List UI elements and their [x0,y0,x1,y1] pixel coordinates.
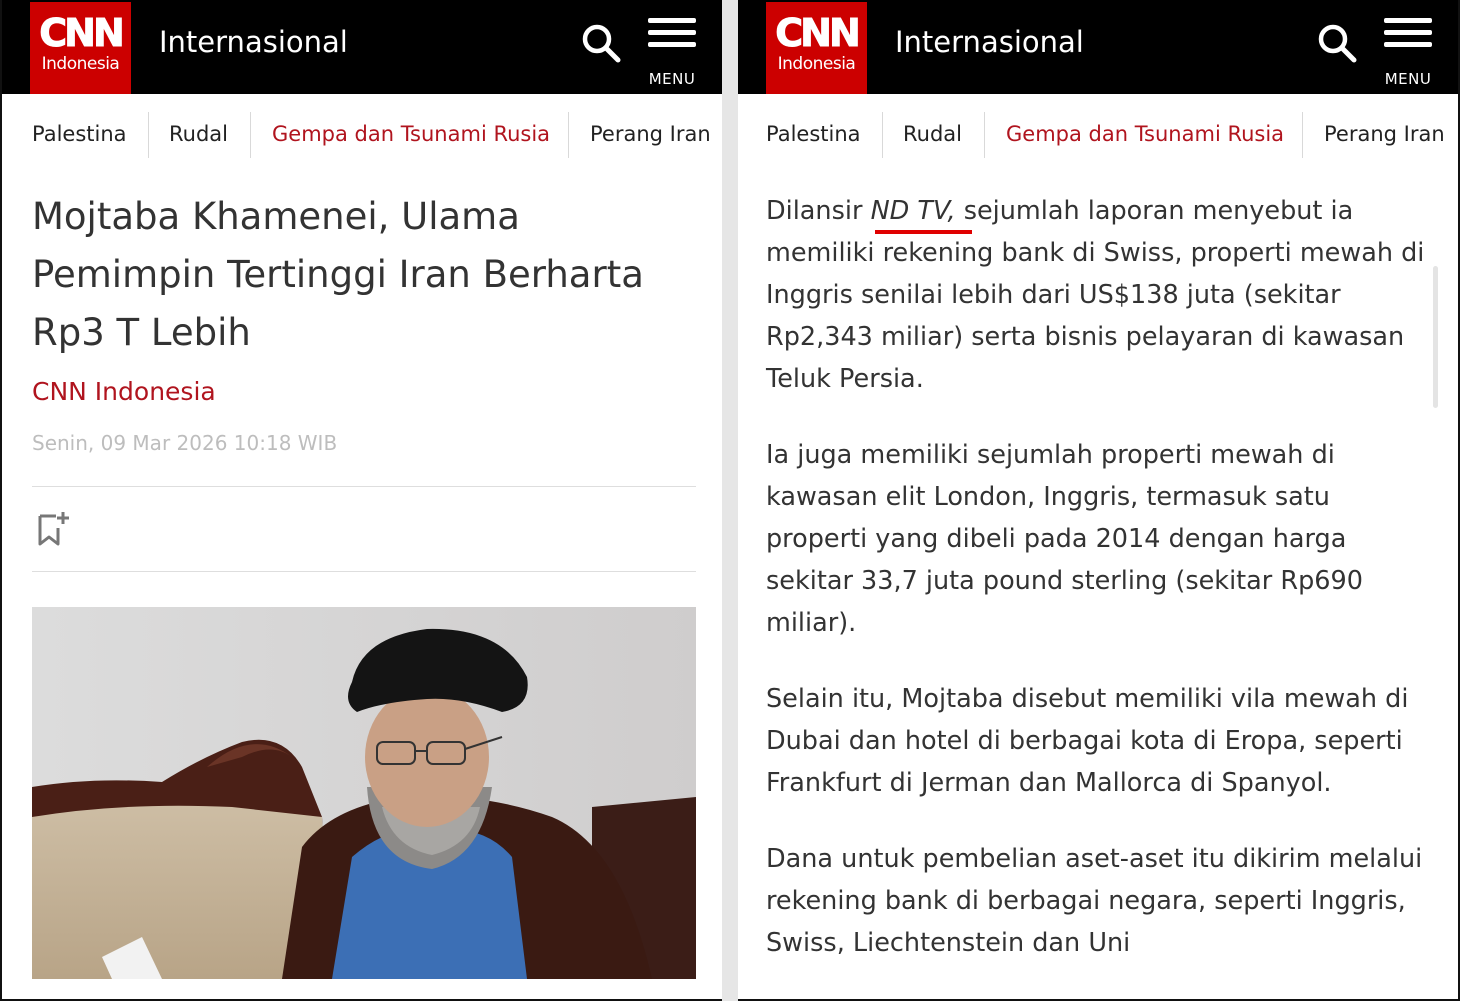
paragraph-4: Dana untuk pembelian aset-aset itu dikir… [766,844,1423,958]
tag-rudal[interactable]: Rudal [903,114,962,154]
tag-divider [1302,112,1303,158]
section-title[interactable]: Internasional [159,22,348,62]
tag-divider [148,112,149,158]
menu-button[interactable]: MENU [644,14,704,90]
article-body: Dilansir ND TV, sejumlah laporan menyebu… [766,190,1436,998]
article-date: Senin, 09 Mar 2026 10:18 WIB [32,431,338,455]
hamburger-icon [648,18,696,54]
cleric-portrait-illustration [32,607,696,979]
tag-perang-iran[interactable]: Perang Iran [1324,114,1445,154]
tag-divider [984,112,985,158]
hamburger-icon [1384,18,1432,54]
cnn-indonesia-logo[interactable]: CNN Indonesia [30,2,131,94]
article-photo[interactable] [32,607,696,979]
search-icon[interactable] [580,22,622,64]
tag-gempa-tsunami-rusia[interactable]: Gempa dan Tsunami Rusia [272,114,550,154]
logo-sub-text: Indonesia [41,54,120,74]
logo-cnn-text: CNN [775,11,862,55]
menu-label: MENU [1384,70,1432,88]
tag-palestina[interactable]: Palestina [766,114,861,154]
tag-divider [568,112,569,158]
left-screenshot: CNN Indonesia Internasional MENU Palesti… [0,0,722,1001]
menu-button[interactable]: MENU [1380,14,1440,90]
top-bar: CNN Indonesia Internasional MENU [2,0,722,94]
cnn-indonesia-logo[interactable]: CNN Indonesia [766,2,867,94]
search-icon[interactable] [1316,22,1358,64]
paragraph-2: Ia juga memiliki sejumlah properti mewah… [766,440,1363,638]
divider [32,571,696,572]
section-title[interactable]: Internasional [895,22,1084,62]
scrollbar[interactable] [1433,266,1438,408]
source-highlight-underline [875,230,972,234]
menu-label: MENU [648,70,696,88]
top-bar: CNN Indonesia Internasional MENU [738,0,1458,94]
logo-sub-text: Indonesia [777,54,856,74]
paragraph-3: Selain itu, Mojtaba disebut memiliki vil… [766,684,1409,798]
bookmark-add-icon[interactable] [36,510,70,548]
divider [32,486,696,487]
source-link-ndtv[interactable]: ND TV, [871,196,956,226]
tag-gempa-tsunami-rusia[interactable]: Gempa dan Tsunami Rusia [1006,114,1284,154]
logo-cnn-text: CNN [39,11,126,55]
tag-perang-iran[interactable]: Perang Iran [590,114,711,154]
tag-navigation: Palestina Rudal Gempa dan Tsunami Rusia … [2,94,722,176]
p1-lead: Dilansir [766,196,871,226]
tag-palestina[interactable]: Palestina [32,114,127,154]
article-headline: Mojtaba Khamenei, Ulama Pemimpin Terting… [32,195,644,354]
tag-rudal[interactable]: Rudal [169,114,228,154]
tag-divider [250,112,251,158]
tag-navigation: Palestina Rudal Gempa dan Tsunami Rusia … [738,94,1458,176]
article-byline[interactable]: CNN Indonesia [32,374,216,410]
tag-divider [882,112,883,158]
paragraph-1: Dilansir ND TV, sejumlah laporan menyebu… [766,190,1436,400]
